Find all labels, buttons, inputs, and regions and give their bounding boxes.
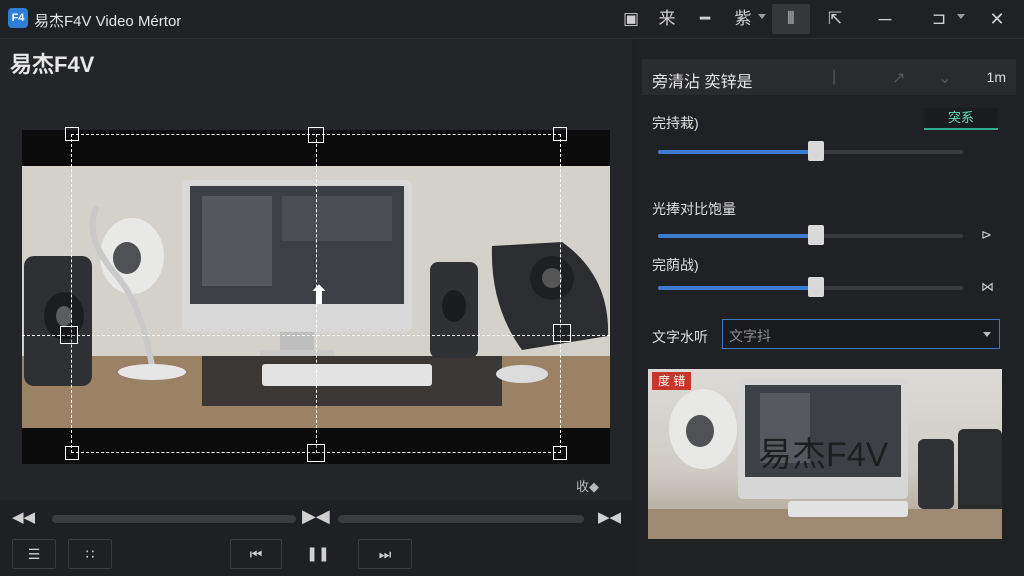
brightness-slider[interactable]	[658, 141, 963, 161]
watermark-label: 文字水听	[652, 329, 708, 345]
move-arrow-icon[interactable]: ⬆	[308, 280, 330, 311]
crop-handle-middle-left[interactable]	[60, 326, 78, 344]
settings-header-title: 旁清沾 奕锌是	[652, 74, 753, 91]
apply-button[interactable]: 突系	[924, 108, 998, 130]
title-bar: F4 易杰F4V Video Mértor ▣ 来 ━ 紫 ⫴ ⇱ ─ ⊐ ✕	[0, 0, 1024, 39]
crop-handle-top-right[interactable]	[553, 127, 567, 141]
filter-tool-icon[interactable]: 紫	[728, 4, 758, 34]
line-tool-icon[interactable]: ━	[690, 4, 720, 34]
export-tool-icon[interactable]: ⇱	[820, 4, 850, 34]
crop-guide-horizontal	[22, 335, 610, 336]
contrast-reset-icon[interactable]: ⊳	[981, 227, 992, 243]
previous-frame-icon[interactable]: ⏮	[230, 539, 282, 569]
duration-value: 1m	[986, 69, 1006, 85]
split-marker-icon[interactable]: ▶◀	[302, 506, 330, 527]
share-dropdown-chevron-icon[interactable]	[957, 14, 965, 19]
settings-header: 旁清沾 奕锌是 | ↗ ⌄ 1m	[642, 59, 1016, 95]
split-tool-icon[interactable]: ⫴	[772, 4, 810, 34]
contrast-slider-fill	[658, 234, 816, 238]
timeline-track-left[interactable]	[52, 515, 296, 523]
playback-controls: ☰ ∷ ⏮ ❚❚ ⏭	[0, 536, 632, 576]
watermark-overlay-text: 易杰F4V	[758, 436, 889, 474]
close-icon[interactable]: ✕	[980, 4, 1014, 34]
editor-panel: 易杰F4V ⬆ 收◆ ◀◀ ▶◀ ▶◀ ☰ ∷ ⏮ ❚❚ ⏭	[0, 39, 632, 576]
crop-tool-icon[interactable]: ▣	[616, 4, 646, 34]
saturation-slider[interactable]	[658, 277, 963, 297]
contrast-label: 光捧对比饱量	[652, 201, 736, 217]
header-arrow-icon: ↗	[892, 70, 906, 87]
saturation-reset-icon[interactable]: ⋈	[981, 279, 994, 295]
chevron-down-icon[interactable]	[983, 332, 991, 337]
crop-handle-bottom-right[interactable]	[553, 446, 567, 460]
menu-icon[interactable]: ☰	[12, 539, 56, 569]
header-chevron-icon: ⌄	[938, 70, 952, 87]
watermark-select-value: 文字抖	[729, 328, 771, 344]
text-tool-icon[interactable]: 来	[652, 4, 682, 34]
crop-handle-bottom-left[interactable]	[65, 446, 79, 460]
crop-handle-top-left[interactable]	[65, 127, 79, 141]
share-tool-icon[interactable]: ⊐	[924, 4, 954, 34]
video-preview[interactable]: ⬆	[22, 127, 610, 464]
brightness-slider-fill	[658, 150, 816, 154]
page-title: 易杰F4V	[10, 52, 95, 77]
contrast-slider-thumb[interactable]	[808, 225, 824, 245]
settings-panel: 旁清沾 奕锌是 | ↗ ⌄ 1m 完持栽) 突系 光捧对比饱量 ⊳ 完荫战) ⋈…	[634, 39, 1024, 576]
collapse-toggle[interactable]: 收◆	[576, 476, 599, 495]
filter-dropdown-chevron-icon[interactable]	[758, 14, 766, 19]
contrast-slider[interactable]	[658, 225, 963, 245]
brightness-label: 完持栽)	[652, 115, 699, 131]
watermark-preview: 度 错 易杰F4V	[648, 369, 1002, 539]
window-title: 易杰F4V Video Mértor	[34, 13, 182, 30]
fast-forward-icon[interactable]: ▶◀	[598, 508, 621, 526]
rewind-icon[interactable]: ◀◀	[12, 508, 35, 526]
header-divider-icon: |	[832, 68, 837, 85]
saturation-slider-thumb[interactable]	[808, 277, 824, 297]
crop-handle-bottom-center[interactable]	[307, 444, 325, 462]
timeline-track-right[interactable]	[338, 515, 584, 523]
pause-icon[interactable]: ❚❚	[298, 539, 338, 567]
saturation-label: 完荫战)	[652, 257, 699, 273]
saturation-slider-fill	[658, 286, 816, 290]
watermark-select[interactable]: 文字抖	[722, 319, 1000, 349]
timeline-controls: ◀◀ ▶◀ ▶◀	[0, 500, 632, 536]
brightness-slider-thumb[interactable]	[808, 141, 824, 161]
crop-handle-top-center[interactable]	[308, 127, 324, 143]
next-frame-icon[interactable]: ⏭	[358, 539, 412, 569]
app-logo-icon: F4	[8, 8, 28, 28]
minimize-icon[interactable]: ─	[868, 4, 902, 34]
grid-icon[interactable]: ∷	[68, 539, 112, 569]
crop-handle-middle-right[interactable]	[553, 324, 571, 342]
preview-badge: 度 错	[652, 372, 692, 390]
